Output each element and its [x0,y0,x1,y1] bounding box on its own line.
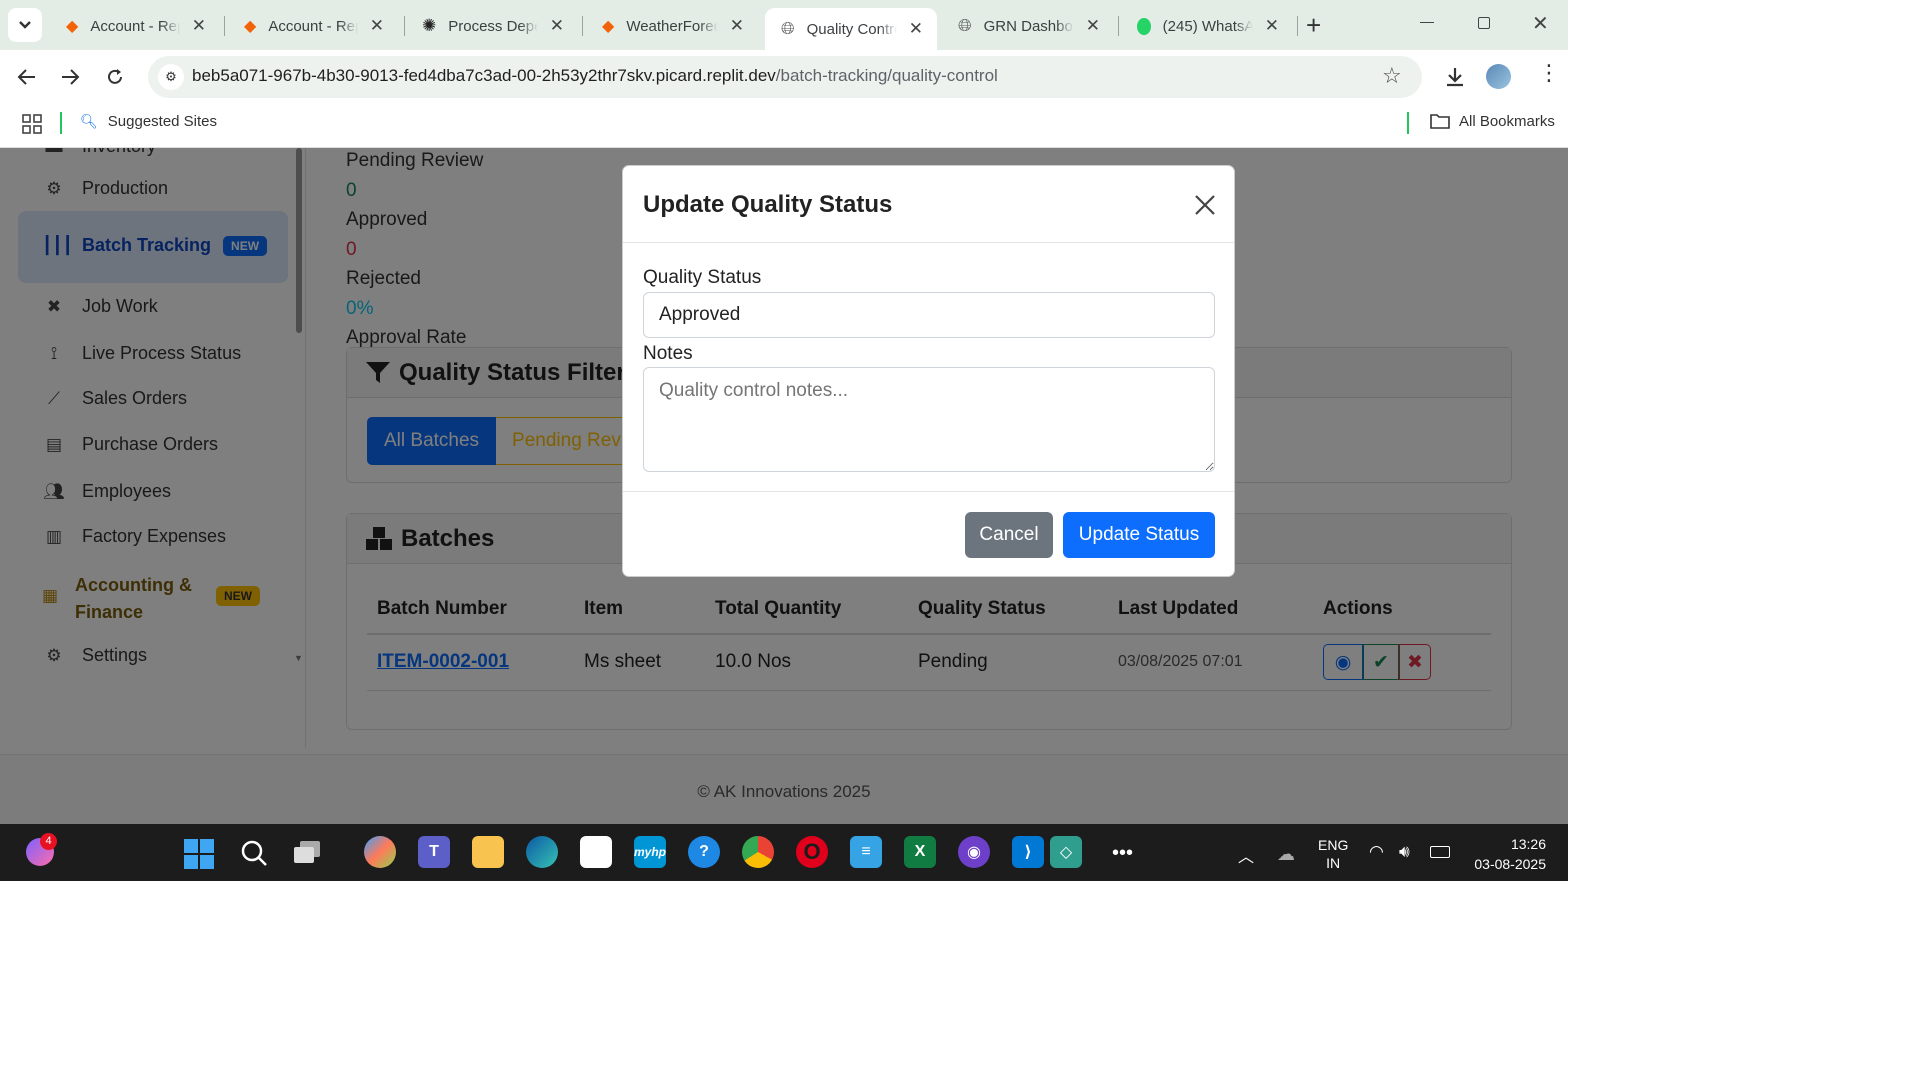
close-window-icon[interactable]: ✕ [1532,11,1549,36]
new-tab-icon[interactable]: + [1306,10,1321,41]
show-hidden-icons[interactable]: ︿ [1238,843,1254,867]
notepad-icon[interactable]: ≡ [850,836,882,868]
app-icon[interactable]: ◇ [1050,836,1082,868]
browser-tab[interactable]: ◆ WeatherForec ✕ [586,8,758,44]
search-icon: 🔍︎ [80,113,98,129]
modal-header: Update Quality Status [623,166,1234,243]
start-icon[interactable] [184,839,214,869]
edge-icon[interactable] [526,836,558,868]
openai-icon: ✺ [422,16,437,35]
onedrive-icon[interactable]: ☁ [1277,844,1295,865]
region-code: IN [1326,855,1341,871]
task-view-icon[interactable] [294,841,322,865]
browser-tab-active[interactable]: 🌐︎ Quality Contrc ✕ [765,8,937,50]
browser-tab[interactable]: ◆ Account - Rep ✕ [228,8,398,44]
url-text[interactable]: beb5a071-967b-4b30-9013-fed4dba7c3ad-00-… [192,66,998,86]
close-icon[interactable] [1194,194,1216,216]
download-icon[interactable] [1444,66,1466,88]
chevron-down-icon [19,21,31,29]
url-path: /batch-tracking/quality-control [775,66,998,85]
opera-icon[interactable]: O [796,836,828,868]
browser-tab[interactable]: (245) WhatsAp ✕ [1121,8,1293,44]
selected-status: Approved [659,304,741,325]
tab-title: Account - Rep [90,17,180,35]
tab-title: (245) WhatsAp [1162,17,1253,35]
close-tab-icon[interactable]: ✕ [370,16,384,36]
folder-icon [1430,114,1450,129]
close-tab-icon[interactable]: ✕ [909,19,923,39]
browser-tab[interactable]: 🌐︎ GRN Dashboa ✕ [942,8,1114,44]
whatsapp-icon [1137,17,1151,35]
myhp-icon[interactable]: myhp [634,836,666,868]
volume-icon[interactable]: 🔊︎ [1399,842,1410,862]
close-tab-icon[interactable]: ✕ [730,16,744,36]
language-indicator[interactable]: ENG IN [1318,836,1348,872]
copilot-app-icon[interactable] [364,836,396,868]
forward-icon[interactable] [60,68,80,86]
bookmarks-bar: 🔍︎ Suggested Sites All Bookmarks [0,106,1568,148]
notes-label: Notes [643,343,693,364]
teams-icon[interactable]: T [418,836,450,868]
wifi-icon[interactable]: ◠ [1369,842,1384,862]
tab-title: GRN Dashboa [983,17,1074,35]
vscode-icon[interactable]: ⟩ [1012,836,1044,868]
github-icon[interactable]: ◉ [958,836,990,868]
search-icon[interactable] [240,839,268,867]
tab-title: WeatherForec [626,17,718,35]
apps-grid-icon[interactable] [22,114,42,134]
modal-title: Update Quality Status [643,191,893,218]
suggested-sites-label: Suggested Sites [107,113,218,130]
back-icon[interactable] [17,68,37,86]
globe-icon: 🌐︎ [958,16,972,35]
clock-time: 13:26 [1510,836,1546,852]
tab-title: Quality Contrc [806,20,897,38]
close-tab-icon[interactable]: ✕ [1265,16,1279,36]
bookmark-star-icon[interactable]: ☆ [1382,63,1402,89]
notification-badge: 4 [40,833,57,850]
profile-avatar[interactable] [1486,64,1511,89]
lang-code: ENG [1318,837,1349,853]
minimize-icon[interactable] [1420,22,1434,23]
globe-icon: 🌐︎ [781,19,795,38]
site-info-icon[interactable]: ⚙ [158,64,184,90]
replit-icon: ◆ [602,18,615,35]
quality-status-select[interactable]: Approved [643,292,1215,338]
all-bookmarks-label: All Bookmarks [1459,112,1555,130]
cancel-button[interactable]: Cancel [965,512,1053,558]
clock[interactable]: 13:26 03-08-2025 [1462,834,1546,874]
browser-tab[interactable]: ◆ Account - Rep ✕ [50,8,220,44]
notes-textarea[interactable] [643,367,1215,472]
browser-tab-bar: ◆ Account - Rep ✕ ◆ Account - Rep ✕ ✺ Pr… [0,0,1568,50]
replit-icon: ◆ [244,18,257,35]
excel-icon[interactable]: X [904,836,936,868]
close-tab-icon[interactable]: ✕ [192,16,206,36]
tab-title: Account - Rep [268,17,358,35]
battery-icon[interactable] [1430,846,1450,858]
update-status-button[interactable]: Update Status [1063,512,1215,558]
close-tab-icon[interactable]: ✕ [1086,16,1100,36]
quality-status-label: Quality Status [643,267,762,288]
microsoft-store-icon[interactable] [580,836,612,868]
reload-icon[interactable] [105,67,125,87]
tab-search-button[interactable] [8,8,42,42]
suggested-sites-link[interactable]: 🔍︎ Suggested Sites [80,113,217,130]
update-quality-modal: Update Quality Status Quality Status App… [622,165,1235,577]
replit-icon: ◆ [66,18,79,35]
more-apps-icon[interactable]: ••• [1112,842,1133,865]
tab-title: Process Deper [448,17,538,35]
chrome-icon[interactable] [742,836,774,868]
browser-menu-icon[interactable]: ⋮ [1538,62,1560,84]
file-explorer-icon[interactable] [472,836,504,868]
help-icon[interactable]: ? [688,836,720,868]
url-host: beb5a071-967b-4b30-9013-fed4dba7c3ad-00-… [192,66,776,85]
close-tab-icon[interactable]: ✕ [550,16,564,36]
all-bookmarks-link[interactable]: All Bookmarks [1430,112,1555,130]
restore-icon[interactable] [1478,17,1490,29]
browser-tab[interactable]: ✺ Process Deper ✕ [406,8,578,44]
clock-date: 03-08-2025 [1474,856,1546,872]
